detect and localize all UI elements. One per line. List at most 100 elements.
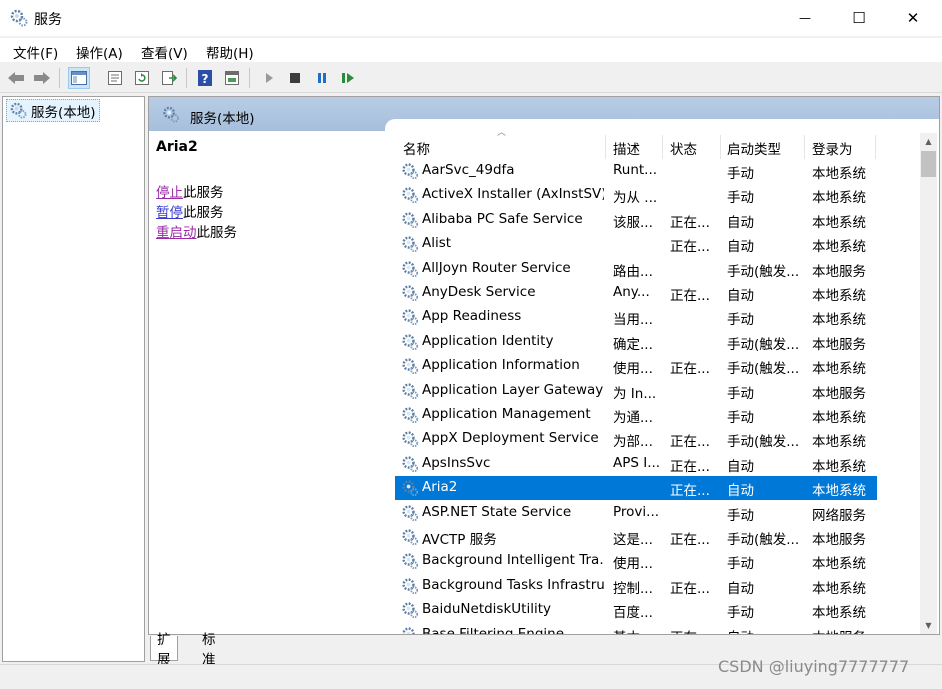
column-description[interactable]: 描述	[613, 138, 640, 158]
service-row[interactable]: ActiveX Installer (AxInstSV) 为从 ... 手动 本地系统	[395, 183, 877, 207]
service-row[interactable]: Application Layer Gateway ... 为 In... 手动 本地…	[395, 379, 877, 403]
forward-button[interactable]	[31, 67, 53, 89]
show-hide-tree-button[interactable]	[68, 67, 90, 89]
tree-item-services-local[interactable]: 服务(本地)	[6, 99, 100, 122]
back-button[interactable]	[5, 67, 27, 89]
service-row[interactable]: App Readiness 当用... 手动 本地系统	[395, 305, 877, 329]
menu-view[interactable]: 查看(V)	[141, 42, 188, 62]
service-logon-as: 本地系统	[812, 410, 866, 426]
service-row[interactable]: AarSvc_49dfa Runt... 手动 本地系统	[395, 159, 877, 183]
tab-extended[interactable]: 扩展	[150, 632, 178, 668]
service-description: 使用...	[613, 556, 653, 573]
selected-service-name: Aria2	[156, 139, 198, 155]
tab-standard[interactable]: 标准	[196, 632, 222, 668]
service-name: Alibaba PC Safe Service	[422, 210, 583, 227]
service-gear-icon	[401, 577, 418, 594]
column-startup-type[interactable]: 启动类型	[727, 138, 781, 158]
service-name: Alist	[422, 235, 452, 252]
window-title: 服务	[34, 12, 62, 28]
service-row[interactable]: Application Management 为通... 手动 本地系统	[395, 403, 877, 427]
service-gear-icon	[401, 455, 418, 472]
column-logon-as[interactable]: 登录为	[812, 138, 853, 158]
pane-header: 服务(本地)	[149, 97, 939, 133]
service-description: APS I...	[613, 454, 661, 471]
column-state[interactable]: 状态	[670, 138, 697, 158]
service-startup-type: 手动	[727, 556, 754, 573]
service-row[interactable]: Base Filtering Engine 基本... 正在... 自动本地服务	[395, 623, 877, 634]
stop-service-button[interactable]	[284, 67, 306, 89]
column-divider[interactable]	[662, 135, 663, 159]
scroll-up-icon[interactable]: ▲	[920, 133, 937, 150]
action-suffix: 此服务	[183, 205, 224, 221]
export-list-button[interactable]	[158, 67, 180, 89]
vertical-scrollbar[interactable]: ▲ ▼	[920, 133, 937, 634]
service-startup-type: 手动	[727, 507, 754, 524]
service-row[interactable]: ApsInsSvc APS I... 正在... 自动 本地系统	[395, 452, 877, 476]
maximize-button[interactable]: ☐	[836, 0, 882, 36]
restart-service-link[interactable]: 重启动	[156, 225, 197, 241]
menu-action[interactable]: 操作(A)	[76, 42, 123, 62]
pause-service-icon	[318, 73, 326, 83]
service-state: 正在...	[670, 458, 710, 475]
service-row[interactable]: AllJoyn Router Service 路由... 手动(触发... 本地服务	[395, 257, 877, 281]
service-row[interactable]: Background Tasks Infrastru... 控制... 正在... 自…	[395, 574, 877, 598]
column-name[interactable]: 名称	[403, 138, 430, 158]
back-icon	[8, 72, 24, 84]
service-row[interactable]: Application Identity 确定... 手动(触发... 本地服务	[395, 330, 877, 354]
close-icon: ✕	[906, 9, 920, 27]
console-button[interactable]	[221, 67, 243, 89]
menu-file[interactable]: 文件(F)	[13, 42, 58, 62]
title-bar: 服务 — ☐ ✕	[0, 0, 942, 36]
service-logon-as: 本地系统	[812, 239, 866, 256]
service-description: 为从 ...	[613, 190, 658, 207]
column-divider[interactable]	[605, 135, 606, 159]
service-row[interactable]: Aria2 正在... 自动 本地系统	[395, 476, 877, 501]
service-row[interactable]: Application Information 使用... 正在... 手动(触发..…	[395, 354, 877, 378]
scroll-down-icon[interactable]: ▼	[920, 617, 937, 634]
service-startup-type: 手动	[727, 312, 754, 329]
start-service-button[interactable]	[258, 67, 280, 89]
stop-service-link[interactable]: 停止	[156, 185, 183, 201]
service-name: ASP.NET State Service	[422, 503, 572, 520]
service-name: AarSvc_49dfa	[422, 162, 515, 178]
service-gear-icon	[401, 430, 418, 448]
service-row[interactable]: Background Intelligent Tra... 使用... 手动 本地系统	[395, 549, 877, 573]
service-name: ActiveX Installer (AxInstSV)	[422, 186, 604, 203]
menu-help[interactable]: 帮助(H)	[206, 42, 254, 62]
action-pause: 暂停此服务	[156, 201, 224, 221]
service-row[interactable]: AVCTP 服务 这是... 正在... 手动(触发... 本地服务	[395, 525, 877, 549]
service-startup-type: 手动(触发...	[727, 434, 800, 451]
pause-service-button[interactable]	[311, 67, 333, 89]
minimize-button[interactable]: —	[782, 0, 828, 36]
service-row[interactable]: ASP.NET State Service Provi... 手动 网络服务	[395, 501, 877, 525]
restart-service-button[interactable]	[337, 67, 359, 89]
properties-icon	[108, 71, 122, 85]
svg-text:?: ?	[202, 72, 209, 86]
close-button[interactable]: ✕	[890, 0, 936, 36]
service-description: 为 In...	[613, 385, 657, 402]
service-state: 正在...	[670, 483, 710, 500]
service-row[interactable]: AnyDesk Service Any... 正在... 自动 本地系统	[395, 281, 877, 305]
service-logon-as: 本地系统	[812, 434, 866, 451]
service-gear-icon	[401, 235, 418, 253]
scrollbar-thumb[interactable]	[921, 151, 936, 177]
help-button[interactable]: ?	[194, 67, 216, 89]
service-startup-type: 手动(触发...	[727, 532, 800, 548]
pause-service-link[interactable]: 暂停	[156, 205, 183, 221]
column-divider[interactable]	[875, 135, 876, 159]
show-hide-tree-icon	[71, 71, 87, 85]
service-row[interactable]: BaiduNetdiskUtility 百度... 手动 本地系统	[395, 598, 877, 622]
service-row[interactable]: Alist 正在... 自动 本地系统	[395, 232, 877, 256]
service-description: 确定...	[613, 336, 653, 353]
refresh-button[interactable]	[131, 67, 153, 89]
service-name: ApsInsSvc	[422, 454, 491, 471]
column-divider[interactable]	[804, 135, 805, 159]
service-logon-as: 本地系统	[812, 556, 866, 573]
column-divider[interactable]	[720, 135, 721, 159]
properties-button[interactable]	[104, 67, 126, 89]
service-name: App Readiness	[422, 308, 522, 325]
service-row[interactable]: AppX Deployment Service ... 为部... 正在... 手动(…	[395, 427, 877, 451]
console-icon	[225, 71, 239, 85]
service-row[interactable]: Alibaba PC Safe Service 该服... 正在... 自动 本地系统	[395, 208, 877, 232]
services-pane: 服务(本地) Aria2 停止此服务 暂停此服务 重启动此服务 名称 描述 状态…	[148, 96, 940, 635]
